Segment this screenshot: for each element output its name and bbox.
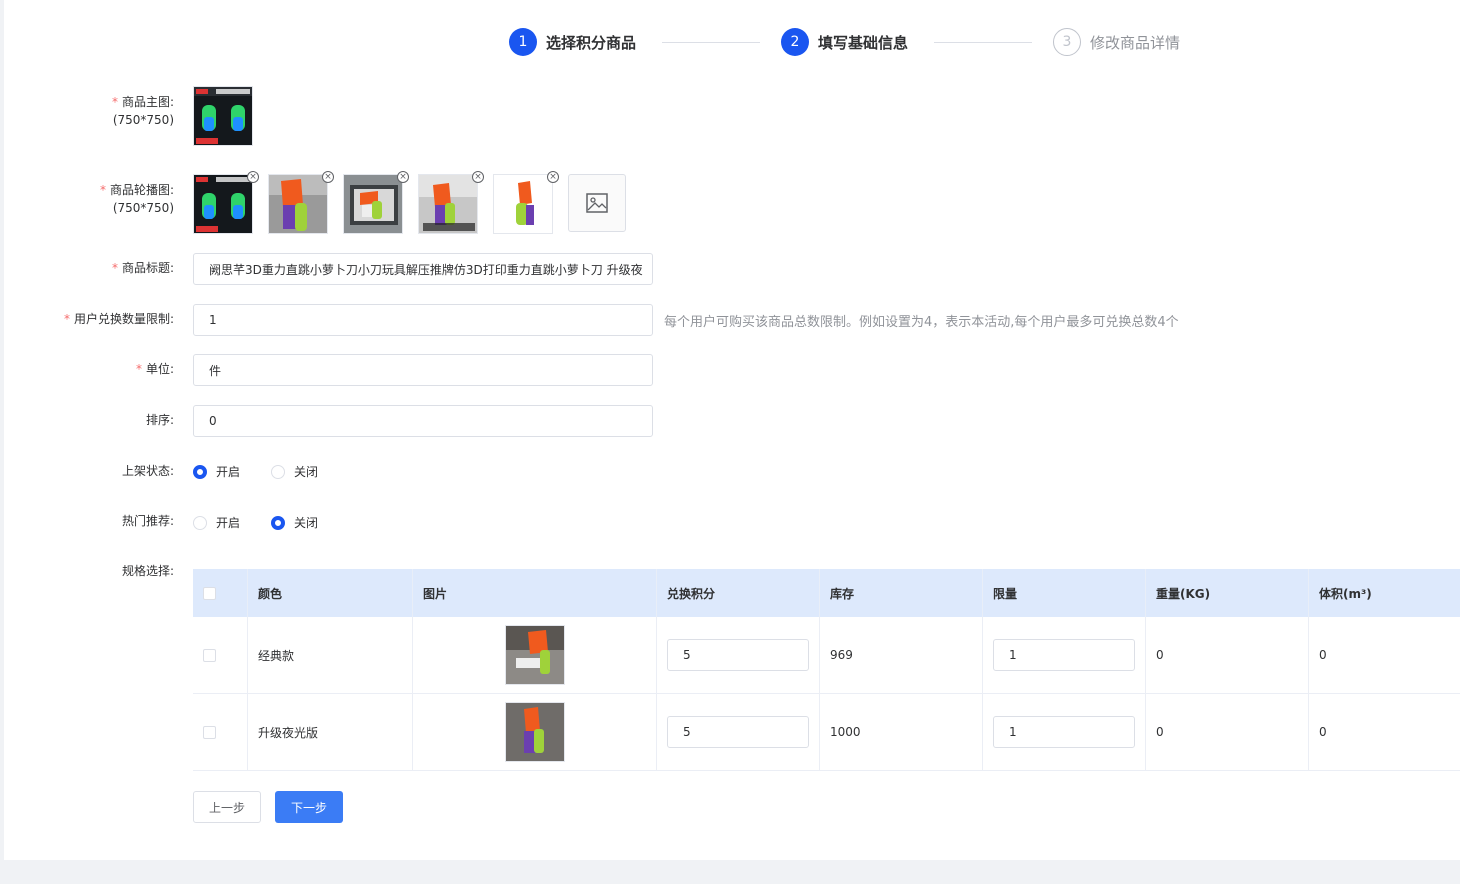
limit-hint: 每个用户可购买该商品总数限制。例如设置为4，表示本活动,每个用户最多可兑换总数4… — [664, 315, 1179, 330]
radio-checked-icon — [271, 515, 285, 530]
header-image: 图片 — [413, 569, 657, 617]
sort-input[interactable]: 0 — [193, 405, 653, 437]
select-all-cell — [193, 569, 248, 617]
main-image-label: * 商品主图: (750*750) — [111, 95, 174, 127]
table-row: 升级夜光版 5 1000 1 0 0 — [193, 694, 1460, 771]
carousel-thumb-1[interactable] — [193, 174, 253, 234]
unit-label: * 单位: — [135, 362, 174, 376]
shelf-status-label: 上架状态: — [121, 464, 174, 478]
step-3-title: 修改商品详情 — [1090, 33, 1181, 52]
product-image-icon — [494, 175, 552, 233]
prev-step-button[interactable]: 上一步 — [193, 791, 261, 823]
row-checkbox[interactable] — [203, 725, 216, 739]
step-3: 3 修改商品详情 — [1053, 28, 1180, 56]
page-card: 1 选择积分商品 2 填写基础信息 3 修改商品详情 * 商品主图: (750*7… — [4, 0, 1460, 860]
select-all-checkbox[interactable] — [203, 586, 216, 600]
title-label: * 商品标题: — [111, 261, 174, 275]
step-1-title: 选择积分商品 — [546, 33, 637, 52]
row-stock: 969 — [820, 617, 983, 693]
table-header: 颜色 图片 兑换积分 库存 限量 重量(KG) 体积(m³) — [193, 569, 1460, 617]
close-icon[interactable]: × — [322, 171, 334, 183]
carousel-thumb-2[interactable] — [268, 174, 328, 234]
step-connector — [934, 42, 1032, 43]
hot-recommend-label: 热门推荐: — [121, 514, 174, 528]
table-row: 经典款 5 969 1 0 0 — [193, 617, 1460, 694]
spec-image[interactable] — [504, 625, 565, 685]
radio-unchecked-icon — [271, 464, 285, 479]
hot-off-radio[interactable]: 关闭 — [271, 514, 318, 531]
product-image-icon — [269, 175, 327, 233]
shelf-on-radio[interactable]: 开启 — [193, 463, 240, 480]
product-image-icon — [194, 175, 252, 233]
hot-on-radio[interactable]: 开启 — [193, 514, 240, 531]
product-image-icon — [505, 703, 564, 761]
image-upload-icon — [586, 193, 608, 213]
close-icon[interactable]: × — [247, 171, 259, 183]
close-icon[interactable]: × — [547, 171, 559, 183]
carousel-thumb-3[interactable] — [343, 174, 403, 234]
spec-image[interactable] — [504, 702, 565, 762]
spec-table: 颜色 图片 兑换积分 库存 限量 重量(KG) 体积(m³) 经典款 5 969… — [193, 569, 1460, 771]
step-1-number: 1 — [509, 28, 537, 56]
step-1: 1 选择积分商品 — [509, 28, 636, 56]
header-volume: 体积(m³) — [1319, 586, 1372, 601]
header-weight: 重量(KG) — [1146, 569, 1309, 617]
main-image-thumb[interactable] — [193, 86, 253, 146]
step-2: 2 填写基础信息 — [781, 28, 908, 56]
row-checkbox[interactable] — [203, 648, 216, 662]
step-2-number: 2 — [781, 28, 809, 56]
limit-cell-input[interactable]: 1 — [993, 639, 1135, 671]
limit-cell-input[interactable]: 1 — [993, 716, 1135, 748]
close-icon[interactable]: × — [472, 171, 484, 183]
sort-label: 排序: — [145, 413, 174, 427]
step-connector — [662, 42, 760, 43]
title-input[interactable]: 阙思芊3D重力直跳小萝卜刀小刀玩具解压推牌仿3D打印重力直跳小萝卜刀 升级夜 — [193, 253, 653, 285]
row-stock: 1000 — [820, 694, 983, 770]
points-input[interactable]: 5 — [667, 716, 809, 748]
header-stock: 库存 — [820, 569, 983, 617]
product-image-icon — [194, 87, 252, 145]
next-step-button[interactable]: 下一步 — [275, 791, 343, 823]
step-2-title: 填写基础信息 — [818, 33, 909, 52]
carousel-thumb-4[interactable] — [418, 174, 478, 234]
header-points: 兑换积分 — [657, 569, 820, 617]
product-image-icon — [419, 175, 477, 233]
radio-checked-icon — [193, 464, 207, 479]
row-volume: 0 — [1319, 648, 1327, 662]
header-limit: 限量 — [983, 569, 1146, 617]
carousel-label: * 商品轮播图: (750*750) — [99, 183, 174, 215]
limit-label: * 用户兑换数量限制: — [63, 312, 174, 326]
unit-input[interactable]: 件 — [193, 354, 653, 386]
limit-input[interactable]: 1 — [193, 304, 653, 336]
product-image-icon — [505, 626, 564, 684]
row-weight: 0 — [1146, 617, 1309, 693]
spec-label: 规格选择: — [121, 564, 174, 578]
steps-bar: 1 选择积分商品 2 填写基础信息 3 修改商品详情 — [4, 28, 1460, 56]
row-weight: 0 — [1146, 694, 1309, 770]
row-color: 升级夜光版 — [248, 694, 413, 770]
points-input[interactable]: 5 — [667, 639, 809, 671]
product-image-icon — [344, 175, 402, 233]
close-icon[interactable]: × — [397, 171, 409, 183]
row-color: 经典款 — [248, 617, 413, 693]
carousel-thumb-5[interactable] — [493, 174, 553, 234]
row-volume: 0 — [1319, 725, 1327, 739]
step-3-number: 3 — [1053, 28, 1081, 56]
radio-unchecked-icon — [193, 515, 207, 530]
shelf-off-radio[interactable]: 关闭 — [271, 463, 318, 480]
header-color: 颜色 — [248, 569, 413, 617]
upload-image-button[interactable] — [568, 174, 626, 232]
